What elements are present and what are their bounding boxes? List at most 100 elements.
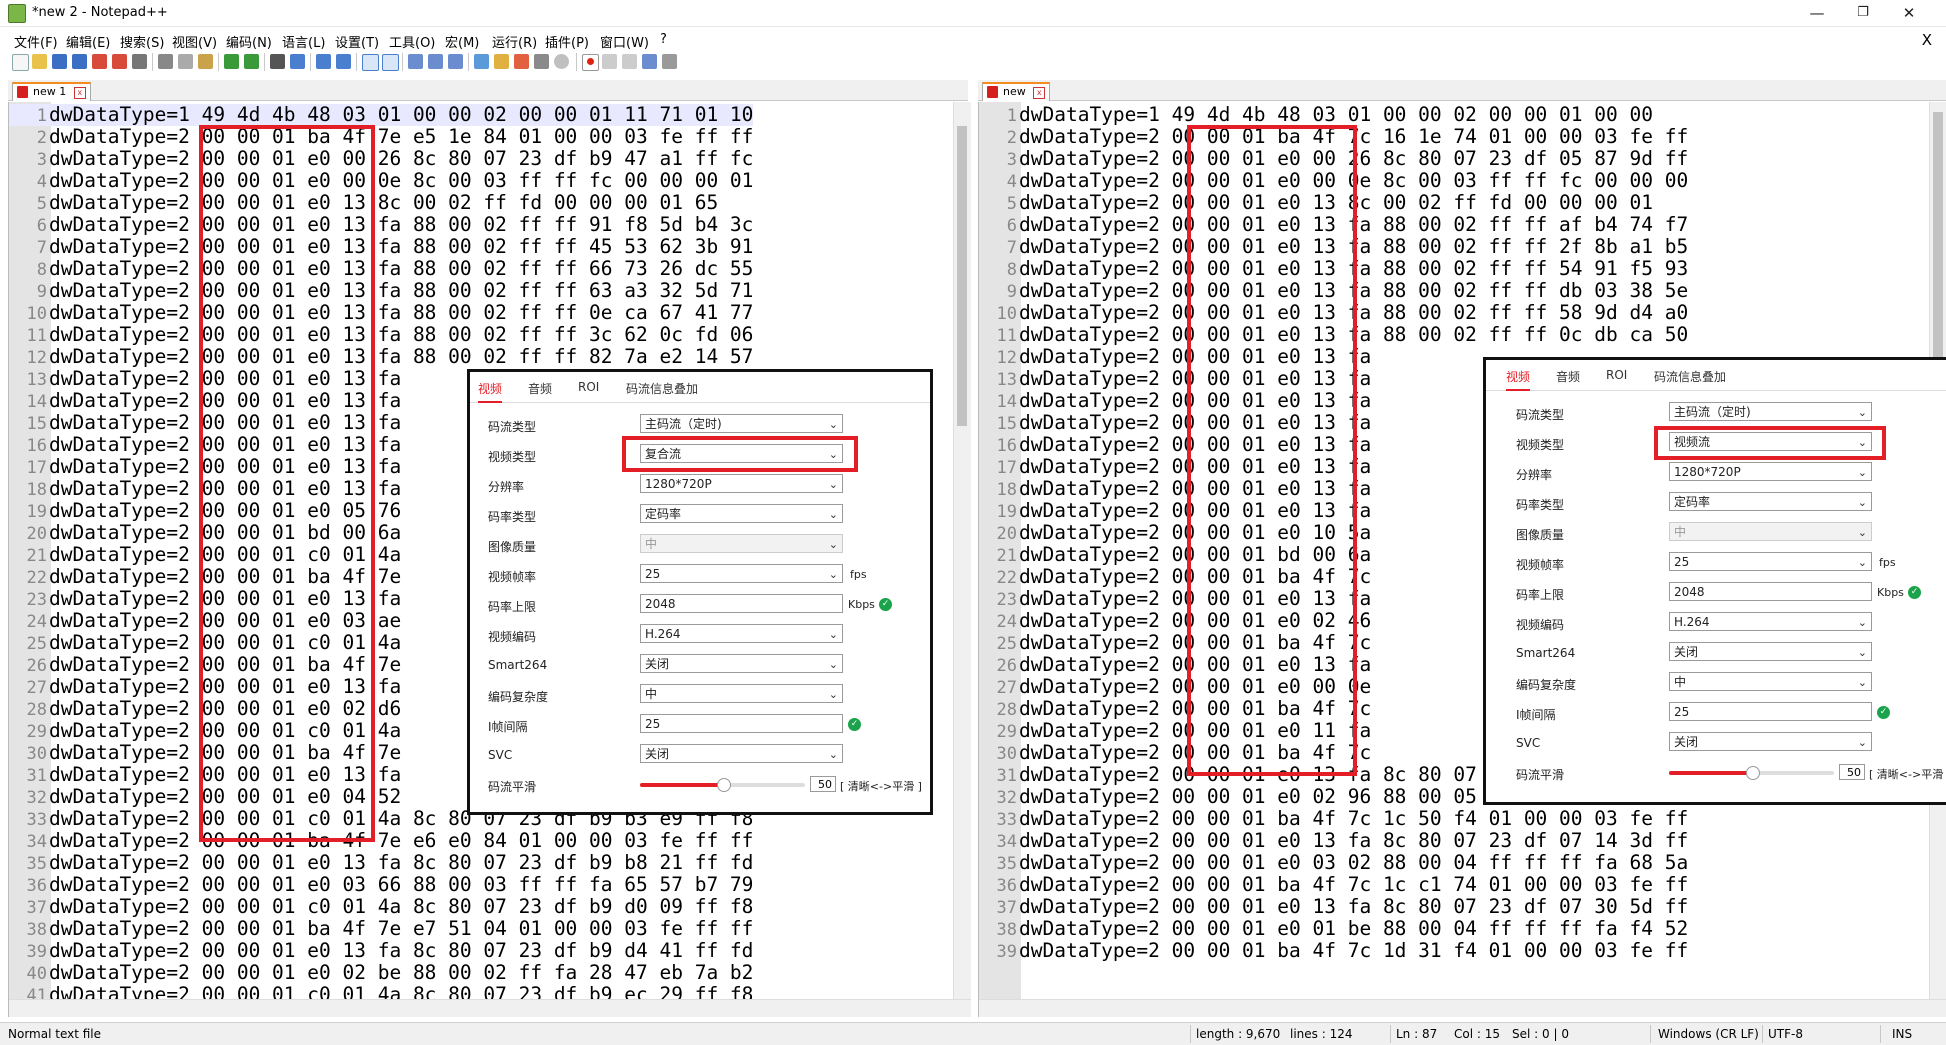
- stop-recording-icon[interactable]: [602, 54, 617, 69]
- close-file-icon[interactable]: [92, 54, 107, 69]
- frame-rate-select[interactable]: 25 ⌄: [640, 564, 843, 583]
- folder-workspace-icon[interactable]: [534, 54, 549, 69]
- menu-plugins[interactable]: 插件(P): [545, 32, 589, 51]
- tab-video[interactable]: 视频: [478, 380, 503, 403]
- line-text[interactable]: dwDataType=2 00 00 01 e0 13 fa 88 00 02 …: [49, 235, 753, 258]
- video-type-select[interactable]: 复合流 ⌄: [640, 444, 843, 463]
- line-text[interactable]: dwDataType=2 00 00 01 e0 13 fa: [1019, 499, 1371, 522]
- line-text[interactable]: dwDataType=2 00 00 01 e0 13 fa 88 00 02 …: [1019, 257, 1688, 280]
- line-text[interactable]: dwDataType=2 00 00 01 e0 13 fa: [1019, 367, 1371, 390]
- bitrate-type-select[interactable]: 定码率 ⌄: [1669, 492, 1872, 511]
- line-text[interactable]: dwDataType=2 00 00 01 e0 13 fa 88 00 02 …: [1019, 301, 1688, 324]
- sync-horizontal-icon[interactable]: [382, 54, 399, 71]
- line-text[interactable]: dwDataType=2 00 00 01 c0 01 4a: [49, 631, 401, 654]
- line-text[interactable]: dwDataType=2 00 00 01 e0 02 d6: [49, 697, 401, 720]
- editor-line[interactable]: 11 dwDataType=2 00 00 01 e0 13 fa 88 00 0…: [9, 324, 754, 347]
- editor-line[interactable]: 36 dwDataType=2 00 00 01 ba 4f 7c 1c c1 7…: [979, 873, 1689, 897]
- save-icon[interactable]: [52, 54, 67, 69]
- line-text[interactable]: dwDataType=2 00 00 01 e0 13 fa 8c 80 07 …: [1019, 829, 1688, 852]
- line-text[interactable]: dwDataType=2 00 00 01 c0 01 4a 8c 80 07 …: [49, 895, 753, 918]
- menu-tools[interactable]: 工具(O): [389, 32, 435, 51]
- resolution-select[interactable]: 1280*720P ⌄: [1669, 462, 1872, 481]
- editor-line[interactable]: 40 dwDataType=2 00 00 01 e0 02 be 88 00 0…: [9, 962, 754, 985]
- left-vertical-scrollbar[interactable]: [953, 102, 971, 1017]
- line-text[interactable]: dwDataType=2 00 00 01 e0 13 fa: [1019, 433, 1371, 456]
- function-list-icon[interactable]: [514, 54, 529, 69]
- line-text[interactable]: dwDataType=2 00 00 01 e0 13 fa: [1019, 653, 1371, 676]
- editor-line[interactable]: 33 dwDataType=2 00 00 01 ba 4f 7c 1c 50 f…: [979, 807, 1689, 831]
- line-text[interactable]: dwDataType=2 00 00 01 e0 00 26 8c 80 07 …: [1019, 147, 1688, 170]
- max-bitrate-input[interactable]: 2048: [1669, 582, 1872, 601]
- editor-line[interactable]: 38 dwDataType=2 00 00 01 e0 01 be 88 00 0…: [979, 917, 1689, 941]
- line-text[interactable]: dwDataType=2 00 00 01 ba 4f 7e: [49, 565, 401, 588]
- line-text[interactable]: dwDataType=2 00 00 01 e0 00 0e 8c 00 03 …: [1019, 169, 1688, 192]
- line-text[interactable]: dwDataType=2 00 00 01 ba 4f 7e e6 e0 84 …: [49, 829, 753, 852]
- line-text[interactable]: dwDataType=2 00 00 01 e0 10 5a: [1019, 521, 1371, 544]
- line-text[interactable]: dwDataType=2 00 00 01 e0 03 02 88 00 04 …: [1019, 851, 1688, 874]
- editor-line[interactable]: 1 dwDataType=1 49 4d 4b 48 03 01 00 00 02…: [979, 104, 1688, 127]
- smoothing-slider[interactable]: [640, 778, 805, 792]
- video-encoding-select[interactable]: H.264 ⌄: [640, 624, 843, 643]
- svc-select[interactable]: 关闭 ⌄: [640, 744, 843, 763]
- right-horizontal-scrollbar[interactable]: [979, 999, 1946, 1017]
- menu-encoding[interactable]: 编码(N): [226, 32, 272, 51]
- line-text[interactable]: dwDataType=2 00 00 01 e0 13 fa: [1019, 455, 1371, 478]
- editor-line[interactable]: 36 dwDataType=2 00 00 01 e0 03 66 88 00 0…: [9, 873, 754, 897]
- editor-line[interactable]: 5 dwDataType=2 00 00 01 e0 13 8c 00 02 ff…: [9, 192, 753, 215]
- line-text[interactable]: dwDataType=2 00 00 01 c0 01 4a: [49, 719, 401, 742]
- line-text[interactable]: dwDataType=2 00 00 01 bd 00 6a: [1019, 543, 1371, 566]
- resolution-select[interactable]: 1280*720P ⌄: [640, 474, 843, 493]
- editor-line[interactable]: 35 dwDataType=2 00 00 01 e0 03 02 88 00 0…: [979, 851, 1689, 875]
- editor-line[interactable]: 9 dwDataType=2 00 00 01 e0 13 fa 88 00 02…: [9, 280, 754, 303]
- stream-type-select[interactable]: 主码流（定时) ⌄: [1669, 402, 1872, 421]
- menu-search[interactable]: 搜索(S): [120, 32, 164, 51]
- line-text[interactable]: dwDataType=2 00 00 01 ba 4f 7e e7 51 04 …: [49, 917, 753, 940]
- tab-new-1[interactable]: new 1 x: [12, 82, 91, 101]
- editor-line[interactable]: 8 dwDataType=2 00 00 01 e0 13 fa 88 00 02…: [979, 257, 1688, 281]
- menu-file[interactable]: 文件(F): [14, 32, 58, 51]
- zoom-in-icon[interactable]: [316, 54, 331, 69]
- editor-line[interactable]: 3 dwDataType=2 00 00 01 e0 00 26 8c 80 07…: [979, 147, 1688, 171]
- line-text[interactable]: dwDataType=2 00 00 01 e0 13 fa: [49, 411, 401, 434]
- editor-line[interactable]: 4 dwDataType=2 00 00 01 e0 00 0e 8c 00 03…: [9, 170, 754, 193]
- line-text[interactable]: dwDataType=2 00 00 01 e0 13 fa 8c 80 07 …: [1019, 895, 1688, 918]
- tab-overlay[interactable]: 码流信息叠加: [626, 380, 698, 397]
- video-encoding-select[interactable]: H.264 ⌄: [1669, 612, 1872, 631]
- show-all-chars-icon[interactable]: [428, 54, 443, 69]
- line-text[interactable]: dwDataType=2 00 00 01 e0 13 fa 8c 80 07 …: [49, 851, 753, 874]
- tab-close-icon[interactable]: x: [1033, 87, 1046, 99]
- menu-help[interactable]: ?: [660, 32, 667, 47]
- tab-audio[interactable]: 音频: [528, 380, 552, 397]
- line-text[interactable]: dwDataType=2 00 00 01 e0 04 52: [49, 785, 401, 808]
- menu-settings[interactable]: 设置(T): [335, 32, 379, 51]
- line-text[interactable]: dwDataType=2 00 00 01 ba 4f 7e e5 1e 84 …: [49, 125, 753, 148]
- user-language-icon[interactable]: [474, 54, 489, 69]
- editor-line[interactable]: 34 dwDataType=2 00 00 01 ba 4f 7e e6 e0 8…: [9, 829, 754, 853]
- bitrate-type-select[interactable]: 定码率 ⌄: [640, 504, 843, 523]
- editor-line[interactable]: 2 dwDataType=2 00 00 01 ba 4f 7e e5 1e 84…: [9, 125, 754, 149]
- replace-icon[interactable]: [290, 54, 305, 69]
- line-text[interactable]: dwDataType=2 00 00 01 e0 13 fa 88 00 02 …: [49, 301, 753, 324]
- monitoring-icon[interactable]: [554, 54, 569, 69]
- maximize-button[interactable]: ❐: [1840, 0, 1886, 26]
- menu-view[interactable]: 视图(V): [172, 32, 217, 51]
- editor-line[interactable]: 12 dwDataType=2 00 00 01 e0 13 fa 88 00 0…: [9, 346, 754, 369]
- tab-audio[interactable]: 音频: [1556, 368, 1580, 385]
- run-macro-multiple-icon[interactable]: [642, 54, 657, 69]
- scroll-thumb[interactable]: [957, 126, 967, 426]
- line-text[interactable]: dwDataType=2 00 00 01 e0 13 fa: [49, 433, 401, 456]
- word-wrap-icon[interactable]: [408, 54, 423, 69]
- line-text[interactable]: dwDataType=2 00 00 01 e0 13 8c 00 02 ff …: [1019, 191, 1653, 214]
- line-text[interactable]: dwDataType=2 00 00 01 ba 4f 7c 1c 50 f4 …: [1019, 807, 1688, 830]
- editor-line[interactable]: 4 dwDataType=2 00 00 01 e0 00 0e 8c 00 03…: [979, 169, 1688, 193]
- tab-new-2[interactable]: new x: [982, 82, 1051, 101]
- line-text[interactable]: dwDataType=2 00 00 01 e0 13 fa: [49, 389, 401, 412]
- indent-guide-icon[interactable]: [448, 54, 463, 69]
- editor-line[interactable]: 37 dwDataType=2 00 00 01 c0 01 4a 8c 80 0…: [9, 895, 754, 919]
- line-text[interactable]: dwDataType=2 00 00 01 e0 03 66 88 00 03 …: [49, 873, 753, 896]
- scroll-thumb[interactable]: [1933, 112, 1943, 372]
- line-text[interactable]: dwDataType=2 00 00 01 e0 01 be 88 00 04 …: [1019, 917, 1688, 940]
- editor-line[interactable]: 2 dwDataType=2 00 00 01 ba 4f 7c 16 1e 74…: [979, 126, 1688, 149]
- line-text[interactable]: dwDataType=2 00 00 01 ba 4f 7c 1c c1 74 …: [1019, 873, 1688, 896]
- i-frame-interval-input[interactable]: 25: [1669, 702, 1872, 721]
